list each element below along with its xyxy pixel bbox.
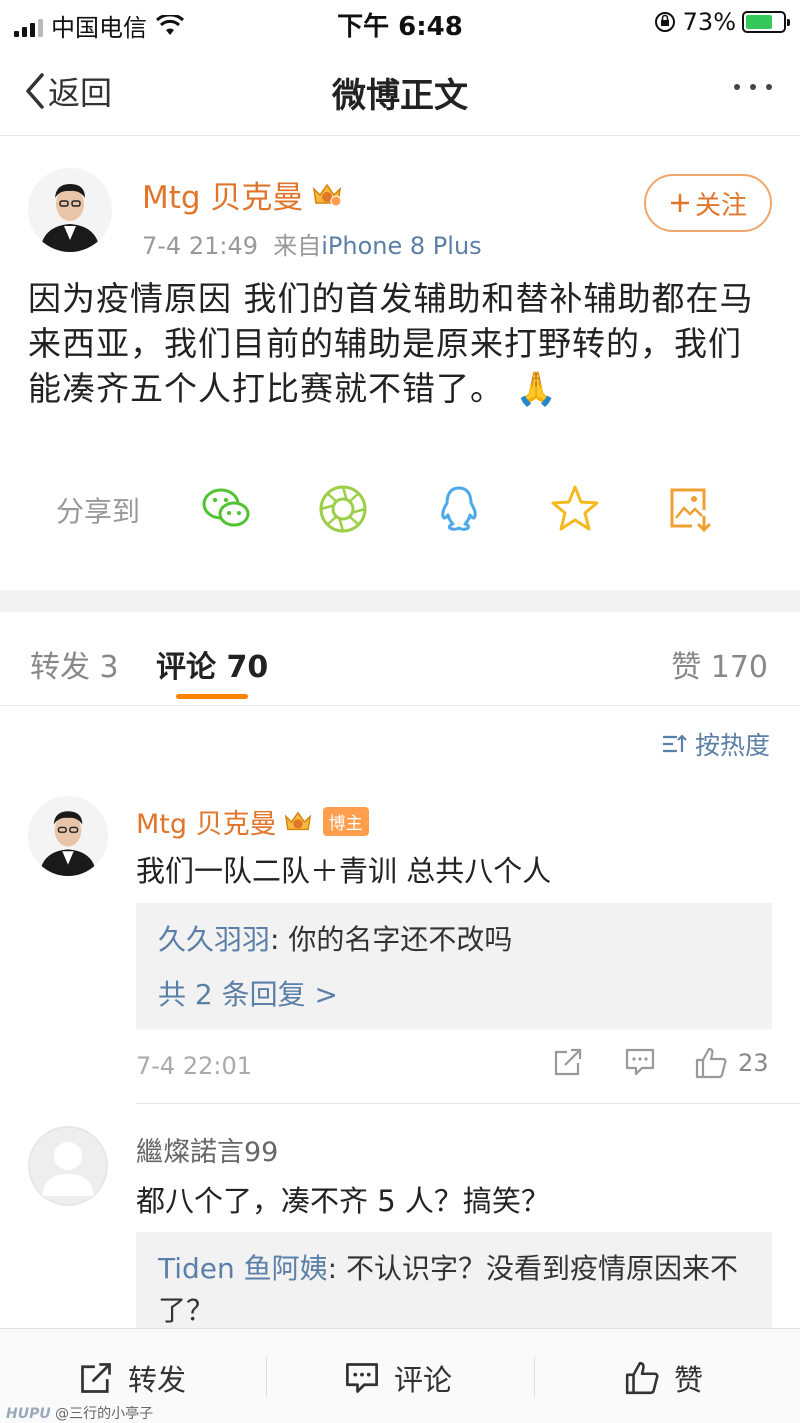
post-source[interactable]: iPhone 8 Plus xyxy=(321,232,481,260)
like-button[interactable]: 23 xyxy=(694,1046,769,1080)
post-source-prefix: 来自 xyxy=(273,232,322,260)
post-author[interactable]: Mtg 贝克曼 xyxy=(142,172,343,217)
wechat-icon[interactable] xyxy=(200,482,254,536)
comment-author[interactable]: Mtg 贝克曼 博主 xyxy=(136,802,369,841)
avatar[interactable] xyxy=(28,168,112,252)
save-image-icon[interactable] xyxy=(664,482,718,536)
comment-label: 评论 xyxy=(394,1363,453,1397)
tab-comment[interactable]: 评论 70 xyxy=(156,642,268,686)
comment-text: 我们一队二队＋青训 总共八个人 xyxy=(136,854,552,888)
reply-line: 久久羽羽: 你的名字还不改吗 xyxy=(158,919,750,961)
like-count: 23 xyxy=(738,1049,769,1077)
reply-box[interactable]: Tiden 鱼阿姨: 不认识字？没看到疫情原因来不了？ xyxy=(136,1232,772,1328)
sort-icon xyxy=(662,734,687,753)
comment-icon[interactable] xyxy=(624,1046,656,1078)
comment-divider xyxy=(136,1103,800,1104)
tab-repost[interactable]: 转发 3 xyxy=(30,642,119,686)
repost-icon xyxy=(81,1363,111,1393)
host-badge: 博主 xyxy=(322,807,369,836)
tab-like[interactable]: 赞 170 xyxy=(671,642,768,686)
post-meta: 7-4 21:49 来自iPhone 8 Plus xyxy=(142,226,482,261)
comment-author-name[interactable]: 繼燦諾言99 xyxy=(136,1130,278,1169)
favorite-star-icon[interactable] xyxy=(548,482,602,536)
post-time: 7-4 21:49 xyxy=(142,232,258,260)
nav-bar: 返回 微博正文 xyxy=(0,44,800,136)
reply-box[interactable]: 久久羽羽: 你的名字还不改吗 共 2 条回复 > xyxy=(136,903,772,1029)
reply-user[interactable]: 久久羽羽 xyxy=(158,923,270,956)
tab-underline xyxy=(176,694,248,699)
thumbs-up-icon xyxy=(695,1047,727,1079)
vip-crown-icon xyxy=(311,181,343,209)
follow-label: 关注 xyxy=(694,190,747,221)
tabs-bar: 转发 3 评论 70 赞 170 xyxy=(0,612,800,706)
reply-line: Tiden 鱼阿姨: 不认识字？没看到疫情原因来不了？ xyxy=(158,1248,750,1332)
comment-text: 都八个了，凑不齐 5 人？搞笑？ xyxy=(136,1184,550,1218)
comment-button[interactable]: 评论 xyxy=(344,1357,452,1399)
post-author-name: Mtg 贝克曼 xyxy=(142,180,304,216)
follow-button[interactable]: 关注 xyxy=(644,174,772,232)
battery-percent: 73% xyxy=(682,8,736,36)
moments-icon[interactable] xyxy=(316,482,370,536)
reply-text: : 你的名字还不改吗 xyxy=(270,923,513,956)
watermark-text: @三行的小亭子 xyxy=(55,1406,154,1422)
separator xyxy=(534,1357,535,1397)
like-button[interactable]: 赞 xyxy=(624,1357,703,1399)
battery-icon xyxy=(742,11,790,33)
battery-fill xyxy=(746,15,773,29)
page-title: 微博正文 xyxy=(332,76,468,116)
repost-icon[interactable] xyxy=(552,1046,584,1078)
comment-icon xyxy=(346,1363,378,1393)
section-divider xyxy=(0,590,800,612)
qq-icon[interactable] xyxy=(432,482,486,536)
pray-emoji: 🙏 xyxy=(515,369,558,408)
plus-icon xyxy=(670,194,689,212)
watermark: HUPU @三行的小亭子 xyxy=(6,1403,153,1423)
separator xyxy=(266,1357,267,1397)
sort-label: 按热度 xyxy=(694,731,770,760)
avatar[interactable] xyxy=(28,1126,108,1206)
comment-author-name: Mtg 贝克曼 xyxy=(136,809,277,840)
status-right: 73% xyxy=(653,8,790,36)
comment-time: 7-4 22:01 xyxy=(136,1052,252,1080)
more-icon[interactable] xyxy=(734,84,772,90)
post-text: 因为疫情原因 我们的首发辅助和替补辅助都在马来西亚，我们目前的辅助是原来打野转的… xyxy=(28,279,754,408)
vip-crown-icon xyxy=(284,810,311,830)
post-body: 因为疫情原因 我们的首发辅助和替补辅助都在马来西亚，我们目前的辅助是原来打野转的… xyxy=(28,276,772,411)
like-label: 赞 xyxy=(674,1363,704,1397)
status-bar: 中国电信 下午 6:48 73% xyxy=(0,0,800,44)
thumbs-up-icon xyxy=(625,1361,659,1395)
repost-label: 转发 xyxy=(128,1363,187,1397)
more-replies-link[interactable]: 共 2 条回复 > xyxy=(158,973,750,1013)
sort-button[interactable]: 按热度 xyxy=(661,726,770,762)
avatar[interactable] xyxy=(28,796,108,876)
share-row: 分享到 xyxy=(0,476,800,536)
repost-button[interactable]: 转发 xyxy=(78,1357,186,1399)
reply-user[interactable]: Tiden 鱼阿姨 xyxy=(158,1252,328,1285)
watermark-brand: HUPU xyxy=(6,1406,51,1422)
orientation-lock-icon xyxy=(654,12,675,32)
share-label: 分享到 xyxy=(56,495,141,528)
